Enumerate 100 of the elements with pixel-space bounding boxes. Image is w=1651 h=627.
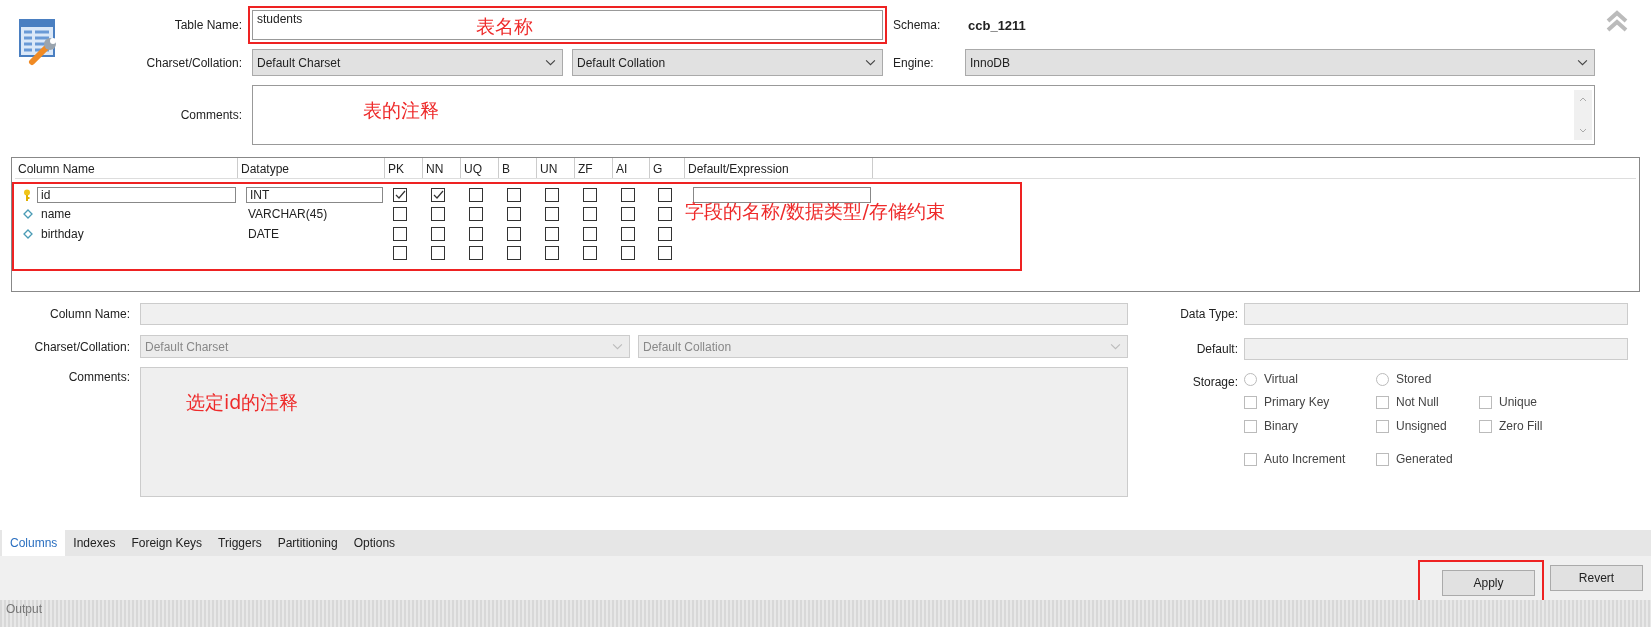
field-label: Engine: <box>893 55 934 70</box>
checkbox[interactable] <box>658 187 672 202</box>
checkbox[interactable] <box>545 246 559 261</box>
column-name-field[interactable] <box>140 303 1128 325</box>
column-header[interactable]: UQ <box>461 158 499 178</box>
checkbox-option[interactable]: Binary <box>1244 419 1298 433</box>
checkbox[interactable] <box>621 246 635 261</box>
checkbox-option[interactable]: Not Null <box>1376 395 1439 409</box>
key-icon <box>23 188 31 201</box>
radio-option[interactable]: Stored <box>1376 372 1432 386</box>
field-label: Comments: <box>68 369 130 384</box>
table-cell[interactable]: id <box>37 186 236 203</box>
action-button[interactable]: Apply <box>1442 569 1535 596</box>
table-cell[interactable]: VARCHAR(45) <box>246 207 330 222</box>
tab[interactable]: Options <box>345 530 404 556</box>
checkbox[interactable] <box>658 226 672 241</box>
field-label: Comments: <box>180 108 242 122</box>
checkbox[interactable] <box>658 246 672 261</box>
checkbox[interactable] <box>431 187 445 202</box>
scrollbar[interactable] <box>1574 90 1592 140</box>
annotation-text: 表名称 <box>476 14 533 39</box>
checkbox[interactable] <box>431 207 445 222</box>
data-type-field[interactable] <box>1244 303 1628 325</box>
checkbox[interactable] <box>431 246 445 261</box>
column-header[interactable]: ZF <box>575 158 613 178</box>
checkbox[interactable] <box>507 226 521 241</box>
field-label: Schema: <box>893 18 941 32</box>
collation-select[interactable]: Default Collation <box>572 49 883 76</box>
checkbox[interactable] <box>393 246 407 261</box>
column-header[interactable]: Column Name <box>15 158 238 178</box>
checkbox[interactable] <box>658 207 672 222</box>
engine-select[interactable]: InnoDB <box>965 49 1595 76</box>
checkbox[interactable] <box>545 207 559 222</box>
diamond-icon <box>23 209 33 220</box>
tab[interactable]: Columns <box>2 530 66 556</box>
checkbox[interactable] <box>431 226 445 241</box>
checkbox[interactable] <box>469 246 483 261</box>
column-header[interactable]: Datatype <box>238 158 385 178</box>
field-label: Data Type: <box>1180 307 1238 321</box>
checkbox[interactable] <box>583 226 597 241</box>
checkbox[interactable] <box>583 246 597 261</box>
column-header[interactable]: AI <box>613 158 650 178</box>
schema-value: ccb_1211 <box>967 17 1027 33</box>
checkbox[interactable] <box>507 187 521 202</box>
panel-title: Output <box>6 602 43 616</box>
table-cell[interactable]: birthday <box>39 226 86 241</box>
tab[interactable]: Foreign Keys <box>123 530 211 556</box>
column-header[interactable]: PK <box>385 158 423 178</box>
checkbox[interactable] <box>545 226 559 241</box>
field-label: Table Name: <box>174 18 242 32</box>
checkbox-option[interactable]: Auto Increment <box>1244 452 1346 466</box>
chevron-down-icon <box>1110 343 1121 350</box>
annotation-text: 选定id的注释 <box>186 390 299 415</box>
comments-field[interactable]: 选定id的注释 <box>140 367 1128 497</box>
checkbox[interactable] <box>507 246 521 261</box>
checkbox[interactable] <box>507 207 521 222</box>
column-header[interactable]: B <box>499 158 537 178</box>
checkbox[interactable] <box>621 207 635 222</box>
column-header[interactable]: G <box>650 158 685 178</box>
tab[interactable]: Partitioning <box>269 530 346 556</box>
checkbox-option[interactable]: Unsigned <box>1376 419 1447 433</box>
diamond-icon <box>23 228 33 239</box>
checkbox-option[interactable]: Primary Key <box>1244 395 1330 409</box>
tab[interactable]: Triggers <box>210 530 270 556</box>
radio-option[interactable]: Virtual <box>1244 372 1298 386</box>
checkbox[interactable] <box>621 187 635 202</box>
comments-field[interactable]: 表的注释 <box>252 85 1595 145</box>
tab[interactable]: Indexes <box>65 530 124 556</box>
charset-select[interactable]: Default Charset <box>252 49 563 76</box>
table-cell[interactable]: name <box>39 207 74 222</box>
checkbox[interactable] <box>393 187 407 202</box>
chevron-down-icon <box>865 59 876 66</box>
table-cell[interactable]: INT <box>246 186 383 203</box>
checkbox-option[interactable]: Generated <box>1376 452 1453 466</box>
column-header[interactable]: Default/Expression <box>685 158 873 178</box>
chevron-down-icon <box>545 59 556 66</box>
column-header[interactable]: NN <box>423 158 461 178</box>
checkbox[interactable] <box>469 187 483 202</box>
checkbox[interactable] <box>583 207 597 222</box>
checkbox[interactable] <box>545 187 559 202</box>
action-button[interactable]: Revert <box>1550 565 1643 591</box>
chevron-down-icon <box>1577 59 1588 66</box>
chevron-down-icon <box>612 343 623 350</box>
field-label: Charset/Collation: <box>146 55 242 70</box>
default-field[interactable] <box>693 186 871 203</box>
checkbox[interactable] <box>393 207 407 222</box>
field-label: Charset/Collation: <box>34 339 130 354</box>
checkbox[interactable] <box>583 187 597 202</box>
checkbox-option[interactable]: Zero Fill <box>1479 419 1543 433</box>
field-label: Storage: <box>1192 374 1238 389</box>
field-label: Column Name: <box>49 307 130 321</box>
table-cell[interactable]: DATE <box>246 226 282 241</box>
default-field[interactable] <box>1244 337 1628 360</box>
checkbox[interactable] <box>469 226 483 241</box>
annotation-text: 字段的名称/数据类型/存储约束 <box>685 199 945 224</box>
checkbox[interactable] <box>621 226 635 241</box>
checkbox-option[interactable]: Unique <box>1479 395 1538 409</box>
checkbox[interactable] <box>393 226 407 241</box>
checkbox[interactable] <box>469 207 483 222</box>
column-header[interactable]: UN <box>537 158 575 178</box>
